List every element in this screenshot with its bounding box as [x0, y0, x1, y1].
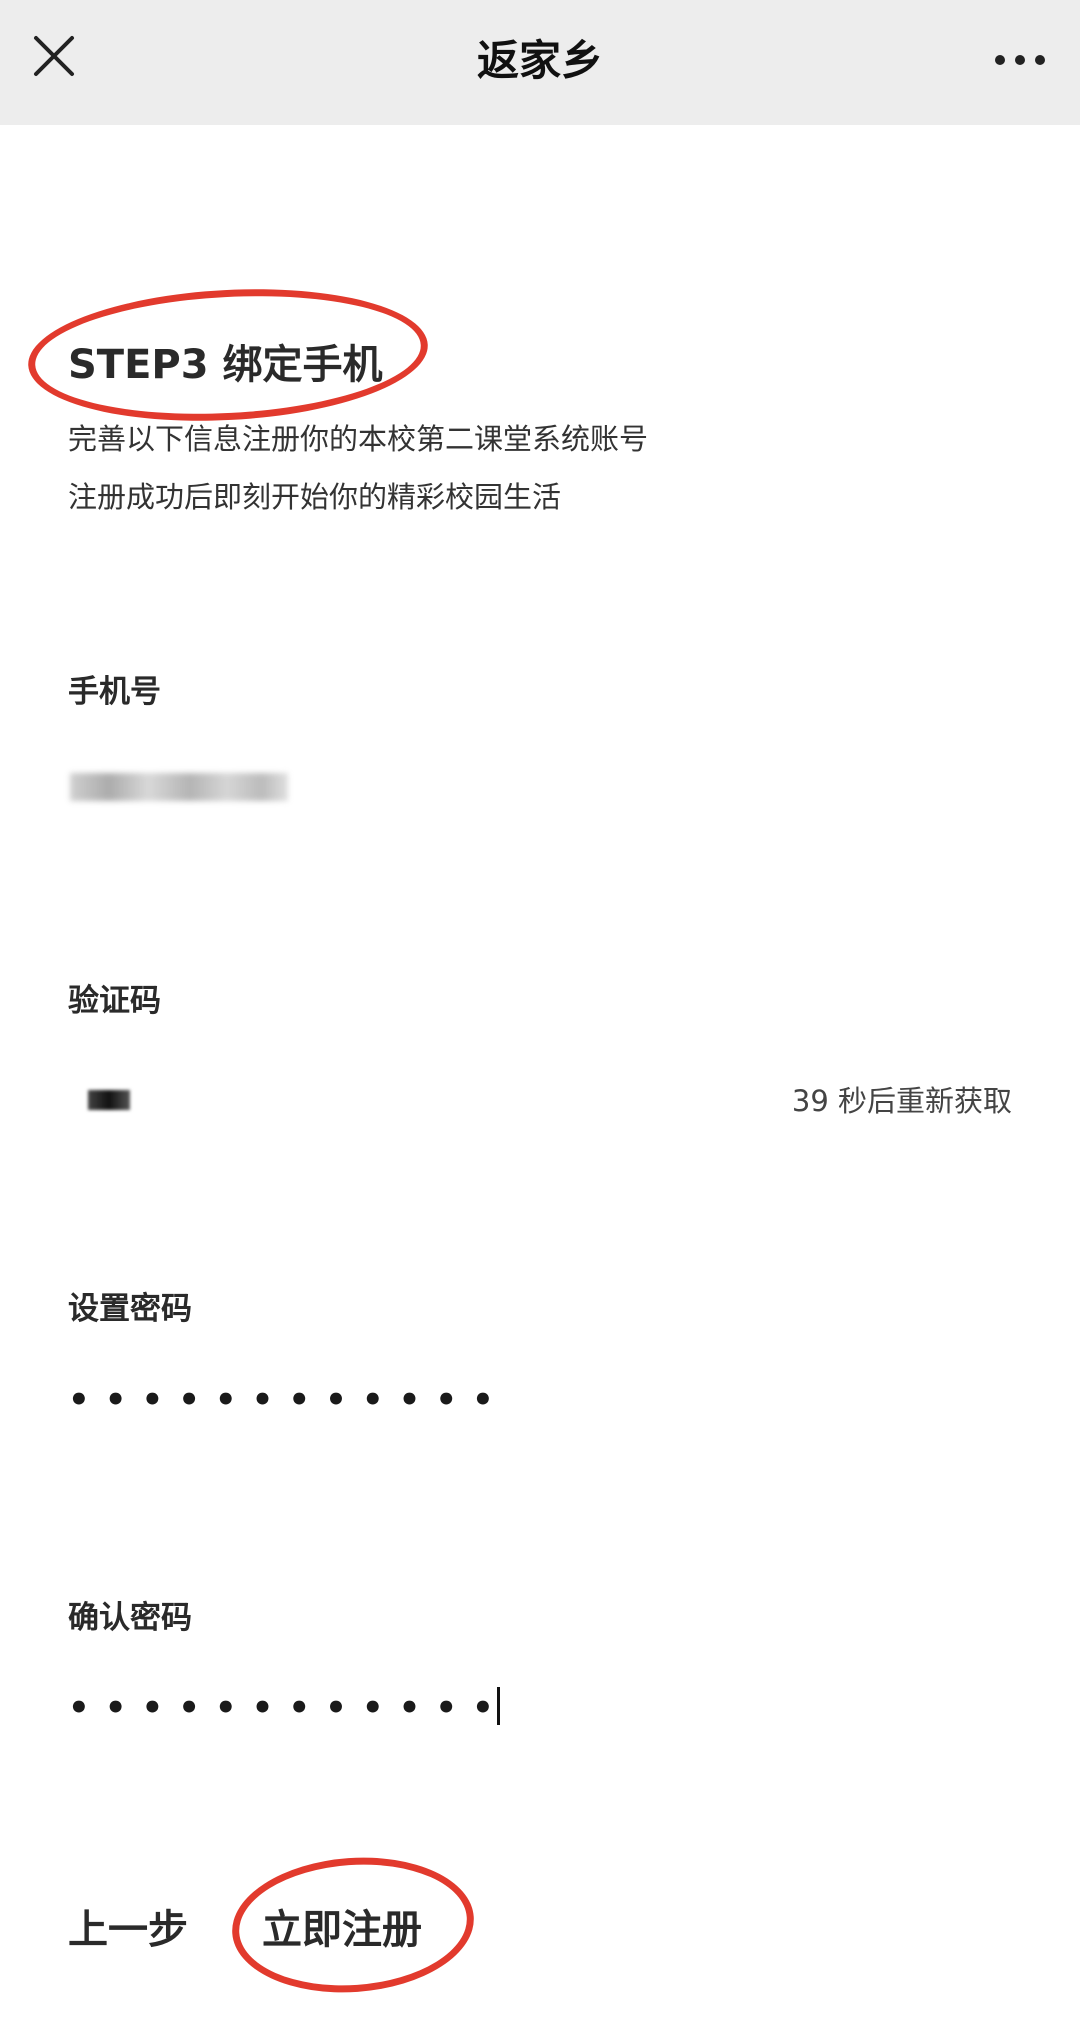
top-bar: 返家乡 — [0, 0, 1080, 125]
step-title: STEP3 绑定手机 — [68, 342, 383, 388]
password-label: 设置密码 — [68, 1291, 192, 1327]
verification-code-input[interactable] — [60, 1068, 740, 1140]
confirm-password-masked-text: •••••••••••• — [68, 1688, 509, 1728]
close-icon[interactable] — [28, 30, 80, 82]
intro-text-line1: 完善以下信息注册你的本校第二课堂系统账号 — [68, 422, 649, 456]
phone-value-redacted — [70, 773, 288, 801]
resend-code-button[interactable]: 39 秒后重新获取 — [792, 1078, 1012, 1120]
phone-label: 手机号 — [68, 674, 161, 710]
confirm-password-label: 确认密码 — [68, 1600, 192, 1636]
intro-text-line2: 注册成功后即刻开始你的精彩校园生活 — [68, 480, 562, 514]
more-dots-icon[interactable] — [990, 42, 1050, 78]
code-label: 验证码 — [68, 983, 161, 1019]
text-caret — [496, 1686, 500, 1725]
page-title: 返家乡 — [476, 36, 603, 85]
code-value-redacted — [88, 1090, 130, 1110]
phone-input[interactable] — [60, 750, 1010, 825]
password-masked-value: •••••••••••• — [68, 1380, 509, 1420]
previous-step-button[interactable]: 上一步 — [68, 1897, 188, 1955]
confirm-password-value: •••••••••••• — [68, 1686, 500, 1729]
register-now-button[interactable]: 立即注册 — [262, 1897, 422, 1955]
